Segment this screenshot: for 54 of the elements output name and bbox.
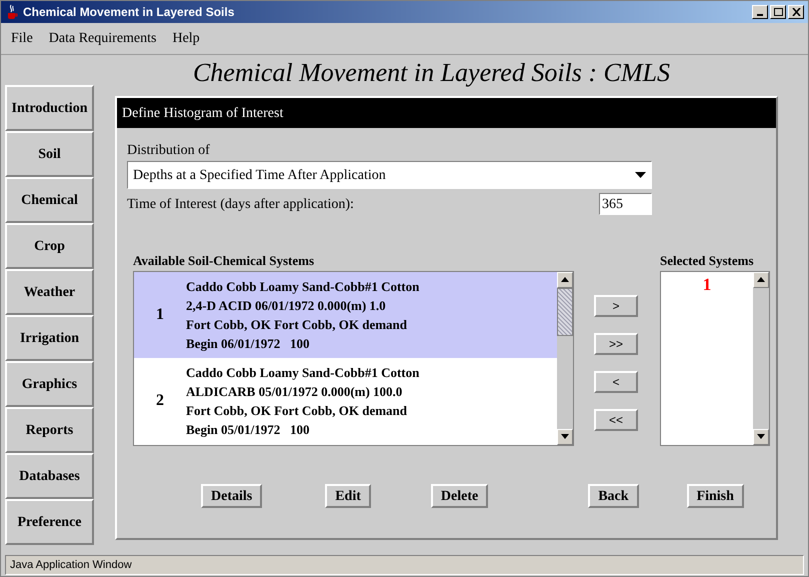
status-bar: Java Application Window — [5, 555, 804, 575]
panel-header: Define Histogram of Interest — [117, 98, 776, 128]
sidebar-button[interactable]: Introduction — [5, 85, 94, 131]
menu-item[interactable]: Help — [172, 28, 200, 49]
sidebar-button[interactable]: Databases — [5, 453, 94, 499]
row-text: Caddo Cobb Loamy Sand-Cobb#1 Cotton — [186, 278, 420, 296]
row-text: Fort Cobb, OK Fort Cobb, OK demand — [186, 402, 408, 420]
time-input[interactable]: 365 — [599, 193, 652, 215]
scroll-thumb[interactable] — [557, 288, 573, 336]
sidebar-button[interactable]: Weather — [5, 269, 94, 315]
sidebar-button[interactable]: Preference — [5, 499, 94, 545]
list-row[interactable]: 1 Caddo Cobb Loamy Sand-Cobb#1 Cotton 2,4-D ACID 06/01/1972 0.000(m) 1.0 Fort Cobb, OK Fort Cobb, OK demand Begin 06/01/1972 100 — [134, 272, 557, 358]
scroll-down-icon[interactable] — [557, 428, 573, 444]
close-icon[interactable] — [788, 5, 804, 19]
sidebar-button[interactable]: Reports — [5, 407, 94, 453]
sidebar-button[interactable]: Soil — [5, 131, 94, 177]
sidebar-button[interactable]: Chemical — [5, 177, 94, 223]
action-button[interactable]: Edit — [325, 484, 371, 508]
field-label: Time of Interest (days after application): — [127, 196, 355, 214]
distribution-dropdown[interactable]: Depths at a Specified Time After Application — [127, 161, 652, 189]
menu-item[interactable]: File — [11, 28, 33, 49]
list-label: Selected Systems — [660, 252, 755, 270]
selected-item[interactable]: 1 — [702, 272, 712, 297]
menu-item[interactable]: Data Requirements — [48, 28, 156, 49]
row-text: Fort Cobb, OK Fort Cobb, OK demand — [186, 316, 408, 334]
row-text: 2,4-D ACID 06/01/1972 0.000(m) 1.0 — [186, 296, 387, 314]
row-text: Begin 05/01/1972 100 — [186, 420, 311, 438]
list-label: Available Soil-Chemical Systems — [133, 252, 316, 270]
action-button[interactable]: Finish — [686, 484, 744, 508]
sidebar-button[interactable]: Irrigation — [5, 315, 94, 361]
scroll-up-icon[interactable] — [557, 272, 573, 288]
row-number: 2 — [155, 390, 165, 410]
sidebar-button[interactable]: Crop — [5, 223, 94, 269]
dropdown-arrow-icon — [635, 172, 646, 178]
move-button[interactable]: < — [594, 371, 638, 393]
row-text: Begin 06/01/1972 100 — [186, 334, 311, 352]
move-button[interactable]: > — [594, 295, 638, 317]
action-button[interactable]: Back — [588, 484, 639, 508]
scroll-down-icon[interactable] — [753, 428, 769, 444]
field-label: Distribution of — [127, 142, 211, 160]
app-title: Chemical Movement in Layered Soils : CMLS — [192, 57, 672, 89]
row-number: 1 — [155, 304, 165, 324]
row-text: ALDICARB 05/01/1972 0.000(m) 100.0 — [186, 382, 404, 400]
action-button[interactable]: Delete — [430, 484, 488, 508]
coffee-cup-icon — [5, 4, 19, 20]
maximize-icon[interactable] — [770, 5, 786, 19]
scroll-up-icon[interactable] — [753, 272, 769, 288]
window-title: Chemical Movement in Layered Soils — [23, 4, 234, 21]
move-button[interactable]: >> — [594, 333, 638, 355]
sidebar-button[interactable]: Graphics — [5, 361, 94, 407]
move-button[interactable]: << — [594, 409, 638, 431]
minimize-icon[interactable] — [752, 5, 768, 19]
row-text: Caddo Cobb Loamy Sand-Cobb#1 Cotton — [186, 364, 420, 382]
action-button[interactable]: Details — [201, 484, 262, 508]
